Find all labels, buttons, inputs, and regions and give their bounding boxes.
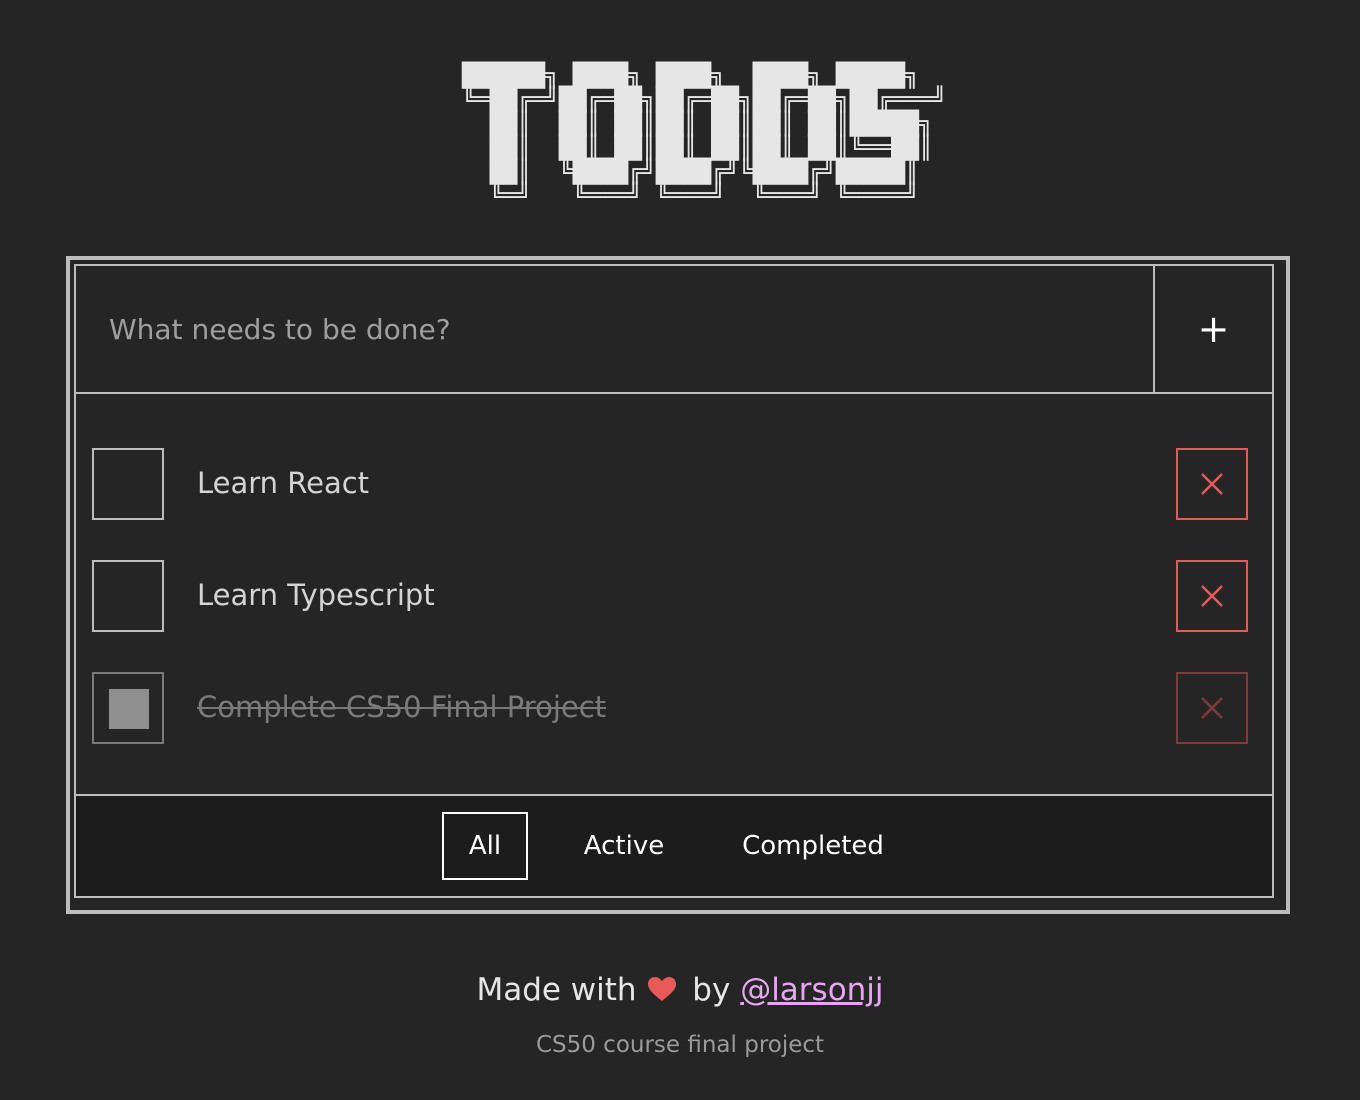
close-icon (1201, 473, 1223, 495)
close-icon (1201, 697, 1223, 719)
todo-text[interactable]: Complete CS50 Final Project (197, 672, 606, 744)
todo-panel: + Learn React Learn Typescript (66, 256, 1290, 914)
todo-checkbox[interactable] (92, 560, 164, 632)
new-todo-input[interactable] (76, 266, 1153, 392)
todo-text[interactable]: Learn Typescript (197, 560, 435, 632)
todo-item-completed: Complete CS50 Final Project (76, 672, 1272, 744)
add-todo-button[interactable]: + (1153, 266, 1272, 392)
todo-checkbox-checked[interactable] (92, 672, 164, 744)
todo-item: Learn Typescript (76, 560, 1272, 632)
todo-text[interactable]: Learn React (197, 448, 369, 520)
course-note: CS50 course final project (535, 1032, 825, 1058)
todo-list: Learn React Learn Typescript Complete CS… (76, 394, 1272, 794)
filter-completed-button[interactable]: Completed (736, 812, 890, 880)
new-todo-form: + (76, 266, 1272, 394)
checkmark-fill (109, 689, 149, 729)
todo-item: Learn React (76, 448, 1272, 520)
credits-line: Made with by @larsonjj (0, 972, 1360, 1010)
delete-todo-button[interactable] (1176, 560, 1248, 632)
close-icon (1201, 585, 1223, 607)
delete-todo-button[interactable] (1176, 672, 1248, 744)
todo-app: ██████╗ ████╗ ████╗ ████╗ █████╗ ╚═██╔═╝… (0, 0, 1360, 1100)
todo-checkbox[interactable] (92, 448, 164, 520)
delete-todo-button[interactable] (1176, 448, 1248, 520)
made-with-label: Made with (476, 972, 637, 1008)
app-logo: ██████╗ ████╗ ████╗ ████╗ █████╗ ╚═██╔═╝… (462, 63, 947, 209)
todo-panel-inner: + Learn React Learn Typescript (74, 264, 1274, 898)
filter-bar: All Active Completed (76, 794, 1272, 896)
filter-all-button[interactable]: All (442, 812, 528, 880)
filter-active-button[interactable]: Active (572, 812, 676, 880)
heart-icon (648, 974, 677, 1010)
by-label: by (692, 972, 731, 1008)
author-link[interactable]: @larsonjj (740, 972, 883, 1008)
